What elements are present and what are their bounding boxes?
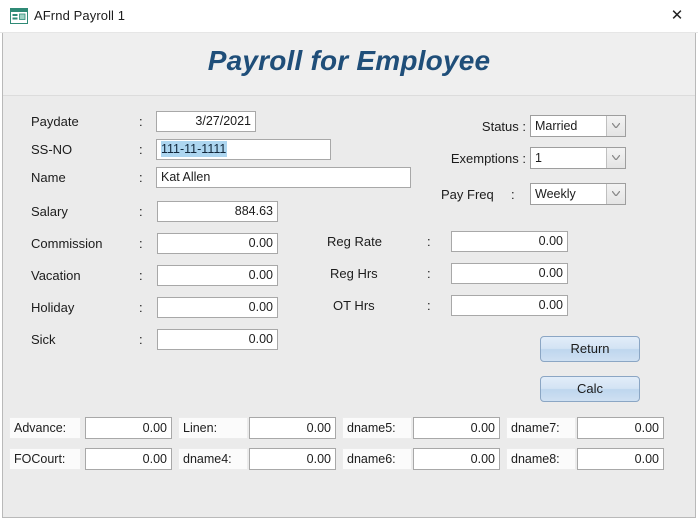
status-value: Married [535, 119, 578, 133]
label-sick: Sick [31, 332, 56, 347]
name-input[interactable]: Kat Allen [156, 167, 411, 188]
pay-freq-chevron-down-icon[interactable] [606, 184, 625, 204]
colon-reg-hrs: : [427, 266, 431, 281]
colon-paydate: : [139, 114, 143, 129]
deduction-input-dname7[interactable]: 0.00 [577, 417, 664, 439]
title-bar: AFrnd Payroll 1 ✕ [0, 0, 698, 33]
colon-pay-freq: : [511, 187, 515, 202]
deduction-label-dname6: dname6: [342, 448, 412, 470]
close-icon[interactable]: ✕ [662, 4, 692, 28]
label-salary: Salary [31, 204, 68, 219]
deduction-input-dname6[interactable]: 0.00 [413, 448, 500, 470]
deduction-label-dname4: dname4: [178, 448, 248, 470]
deduction-label-dname5: dname5: [342, 417, 412, 439]
calc-button[interactable]: Calc [540, 376, 640, 402]
sick-input[interactable]: 0.00 [157, 329, 278, 350]
label-commission: Commission [31, 236, 103, 251]
label-pay-freq: Pay Freq [441, 187, 494, 202]
deduction-input-dname4[interactable]: 0.00 [249, 448, 336, 470]
colon-name: : [139, 170, 143, 185]
colon-ot-hrs: : [427, 298, 431, 313]
salary-input[interactable]: 884.63 [157, 201, 278, 222]
ss-no-selected-text: 111-11-1111 [161, 141, 228, 157]
colon-commission: : [139, 236, 143, 251]
deduction-input-advance[interactable]: 0.00 [85, 417, 172, 439]
colon-sick: : [139, 332, 143, 347]
commission-input[interactable]: 0.00 [157, 233, 278, 254]
label-name: Name [31, 170, 66, 185]
access-form-icon [10, 8, 28, 24]
return-button[interactable]: Return [540, 336, 640, 362]
ot-hrs-input[interactable]: 0.00 [451, 295, 568, 316]
status-combobox[interactable]: Married [530, 115, 626, 137]
label-status: Status : [481, 119, 526, 134]
label-reg-rate: Reg Rate [327, 234, 382, 249]
colon-ss-no: : [139, 142, 143, 157]
colon-vacation: : [139, 268, 143, 283]
paydate-input[interactable]: 3/27/2021 [156, 111, 256, 132]
colon-salary: : [139, 204, 143, 219]
label-ot-hrs: OT Hrs [333, 298, 375, 313]
label-holiday: Holiday [31, 300, 75, 315]
label-paydate: Paydate [31, 114, 79, 129]
ss-no-input[interactable]: 111-11-1111 [156, 139, 331, 160]
reg-hrs-input[interactable]: 0.00 [451, 263, 568, 284]
colon-reg-rate: : [427, 234, 431, 249]
window-title: AFrnd Payroll 1 [34, 8, 126, 23]
exemptions-combobox[interactable]: 1 [530, 147, 626, 169]
label-exemptions: Exemptions : [450, 151, 526, 166]
label-reg-hrs: Reg Hrs [330, 266, 378, 281]
page-title: Payroll for Employee [207, 45, 491, 76]
pay-freq-combobox[interactable]: Weekly [530, 183, 626, 205]
deduction-input-dname5[interactable]: 0.00 [413, 417, 500, 439]
deduction-input-focourt[interactable]: 0.00 [85, 448, 172, 470]
deduction-label-dname8: dname8: [506, 448, 576, 470]
exemptions-chevron-down-icon[interactable] [606, 148, 625, 168]
pay-freq-value: Weekly [535, 187, 576, 201]
deduction-input-linen[interactable]: 0.00 [249, 417, 336, 439]
deduction-label-advance: Advance: [9, 417, 81, 439]
deduction-label-linen: Linen: [178, 417, 248, 439]
holiday-input[interactable]: 0.00 [157, 297, 278, 318]
label-ss-no: SS-NO [31, 142, 73, 157]
colon-holiday: : [139, 300, 143, 315]
status-chevron-down-icon[interactable] [606, 116, 625, 136]
deduction-input-dname8[interactable]: 0.00 [577, 448, 664, 470]
payroll-form-window: AFrnd Payroll 1 ✕ Payroll for Employee P… [0, 0, 698, 520]
form-body: Payroll for Employee Paydate : 3/27/2021… [2, 33, 696, 518]
reg-rate-input[interactable]: 0.00 [451, 231, 568, 252]
exemptions-value: 1 [535, 151, 542, 165]
deduction-label-focourt: FOCourt: [9, 448, 81, 470]
label-vacation: Vacation [31, 268, 81, 283]
deduction-label-dname7: dname7: [506, 417, 576, 439]
vacation-input[interactable]: 0.00 [157, 265, 278, 286]
